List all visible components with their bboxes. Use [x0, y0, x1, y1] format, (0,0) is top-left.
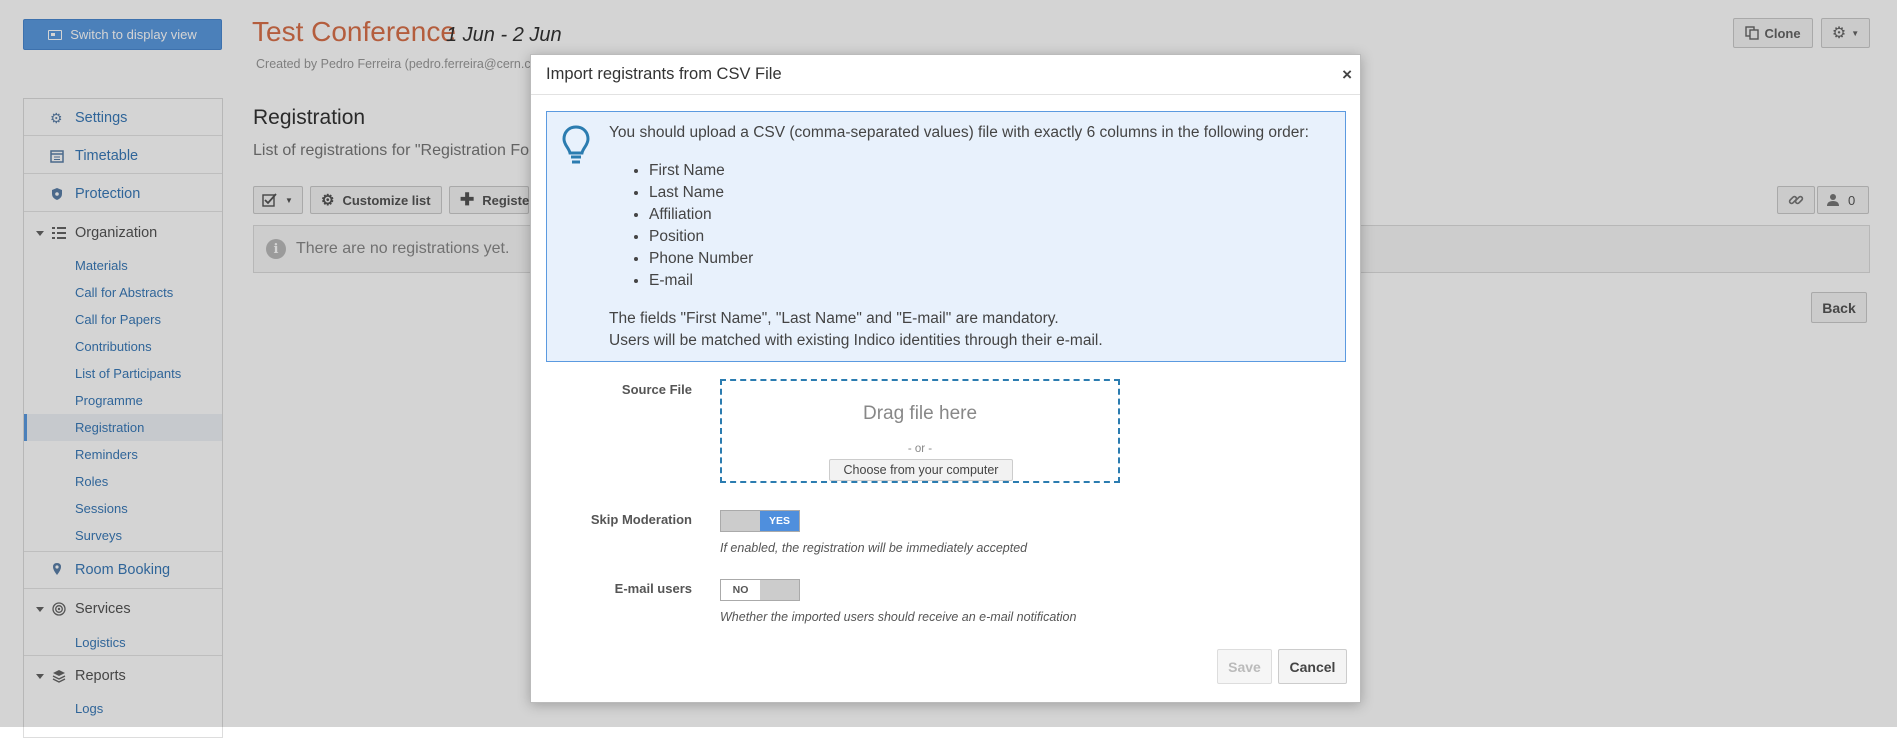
csv-info-box: You should upload a CSV (comma-separated…	[546, 111, 1346, 362]
import-csv-dialog: Import registrants from CSV File × You s…	[530, 54, 1361, 703]
source-file-label: Source File	[621, 382, 692, 397]
email-users-toggle[interactable]: NO	[720, 579, 800, 601]
save-button[interactable]: Save	[1217, 649, 1272, 684]
close-icon[interactable]: ×	[1342, 65, 1352, 85]
lightbulb-icon	[562, 125, 590, 164]
email-users-hint: Whether the imported users should receiv…	[720, 610, 1077, 624]
cancel-button[interactable]: Cancel	[1278, 649, 1347, 684]
list-item: Phone Number	[649, 248, 753, 270]
list-item: Affiliation	[649, 204, 753, 226]
email-users-label: E-mail users	[614, 581, 692, 596]
skip-moderation-toggle[interactable]: YES	[720, 510, 800, 532]
skip-moderation-hint: If enabled, the registration will be imm…	[720, 541, 1028, 555]
matching-note: Users will be matched with existing Indi…	[609, 332, 1103, 349]
list-item: E-mail	[649, 270, 753, 292]
dialog-divider	[531, 94, 1360, 95]
drag-file-text: Drag file here	[862, 403, 978, 424]
list-item: Last Name	[649, 182, 753, 204]
info-note: The fields "First Name", "Last Name" and…	[609, 308, 1103, 352]
toggle-state-no: NO	[721, 580, 760, 600]
file-dropzone[interactable]: Drag file here - or - Choose from your c…	[720, 379, 1120, 483]
choose-file-button[interactable]: Choose from your computer	[829, 459, 1013, 481]
toggle-state-yes: YES	[760, 511, 799, 531]
csv-columns-list: First Name Last Name Affiliation Positio…	[632, 160, 753, 292]
dialog-title: Import registrants from CSV File	[546, 65, 782, 83]
toggle-knob	[760, 580, 799, 600]
list-item: Position	[649, 226, 753, 248]
list-item: First Name	[649, 160, 753, 182]
toggle-knob	[721, 511, 760, 531]
info-lead-text: You should upload a CSV (comma-separated…	[609, 124, 1309, 141]
or-separator: - or -	[907, 443, 933, 455]
skip-moderation-label: Skip Moderation	[590, 512, 692, 527]
mandatory-fields-note: The fields "First Name", "Last Name" and…	[609, 310, 1059, 327]
